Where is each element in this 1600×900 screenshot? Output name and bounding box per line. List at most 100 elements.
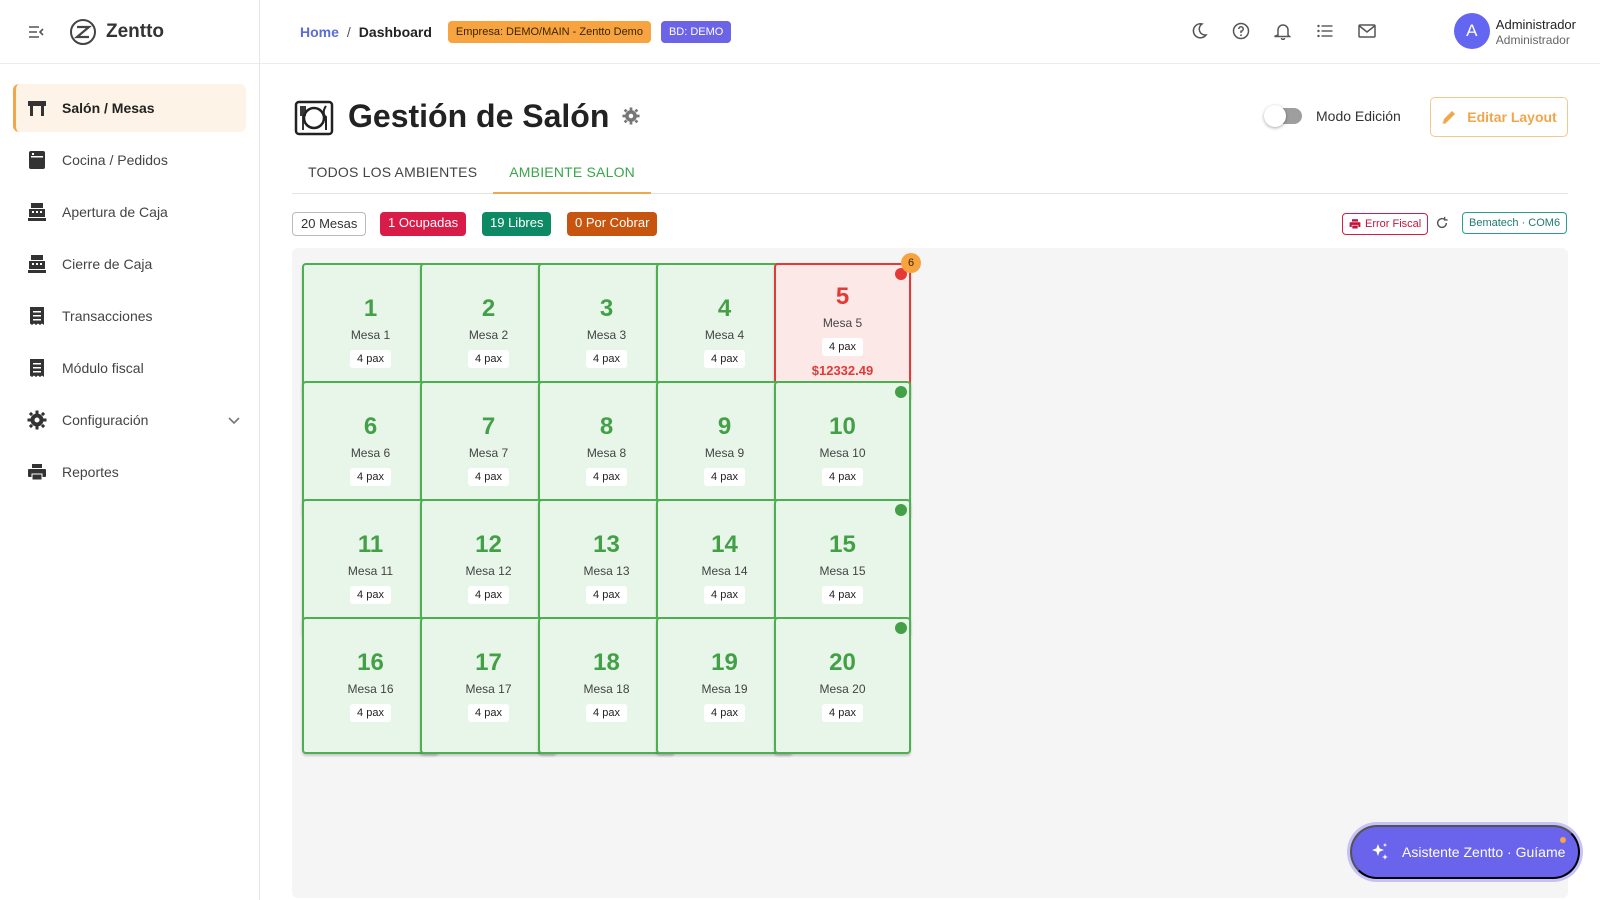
table-name: Mesa 20 xyxy=(819,682,866,696)
list-icon[interactable] xyxy=(1314,20,1336,42)
brand-bar: Zentto xyxy=(0,0,259,64)
bell-icon[interactable] xyxy=(1272,20,1294,42)
table-capacity: 4 pax xyxy=(704,704,745,722)
sidebar-item-transacciones[interactable]: Transacciones xyxy=(13,292,246,340)
zentto-logo-icon[interactable] xyxy=(68,17,98,47)
refresh-icon[interactable] xyxy=(1435,216,1451,232)
table-card[interactable]: 10 Mesa 10 4 pax xyxy=(774,381,911,518)
page-header: Gestión de Salón Modo Edición Editar Lay… xyxy=(292,64,1568,154)
free-tables-chip: 19 Libres xyxy=(482,212,552,236)
sidebar-item-label: Apertura de Caja xyxy=(62,204,168,220)
sidebar-item-label: Cocina / Pedidos xyxy=(62,152,168,168)
table-card[interactable]: 8 Mesa 8 4 pax xyxy=(538,381,675,518)
table-capacity: 4 pax xyxy=(822,338,863,356)
table-amount: $12332.49 xyxy=(811,363,874,378)
sidebar-item-label: Configuración xyxy=(62,412,149,428)
gear-icon xyxy=(26,409,48,431)
menu-collapse-icon[interactable] xyxy=(28,23,46,41)
mail-icon[interactable] xyxy=(1356,20,1378,42)
help-icon[interactable] xyxy=(1230,20,1252,42)
database-tag[interactable]: BD: DEMO xyxy=(660,20,732,43)
status-dot xyxy=(895,386,907,398)
sidebar-item-cocina-pedidos[interactable]: Cocina / Pedidos xyxy=(13,136,246,184)
sidebar-item-reportes[interactable]: Reportes xyxy=(13,448,246,496)
empresa-tag[interactable]: Empresa: DEMO/MAIN - Zentto Demo xyxy=(447,20,651,43)
user-menu[interactable]: A Administrador Administrador xyxy=(1453,13,1576,49)
table-number: 20 xyxy=(829,649,856,676)
table-card[interactable]: 15 Mesa 15 4 pax xyxy=(774,499,911,636)
table-card[interactable]: 1 Mesa 1 4 pax xyxy=(302,263,439,400)
edit-layout-label: Editar Layout xyxy=(1467,109,1557,125)
pencil-icon xyxy=(1441,109,1457,125)
sidebar-item-label: Salón / Mesas xyxy=(62,100,155,116)
edit-mode-switch[interactable] xyxy=(1264,105,1302,127)
table-card[interactable]: 4 Mesa 4 4 pax xyxy=(656,263,793,400)
tab-ambiente-salon[interactable]: AMBIENTE SALON xyxy=(493,154,651,194)
table-card[interactable]: 2 Mesa 2 4 pax xyxy=(420,263,557,400)
table-card[interactable]: 16 Mesa 16 4 pax xyxy=(302,617,439,754)
table-card[interactable]: 9 Mesa 9 4 pax xyxy=(656,381,793,518)
table-capacity: 4 pax xyxy=(586,350,627,368)
sidebar-item-label: Módulo fiscal xyxy=(62,360,144,376)
edit-mode-label: Modo Edición xyxy=(1316,108,1401,124)
sidebar-item-salon-mesas[interactable]: Salón / Mesas xyxy=(13,84,246,132)
table-card[interactable]: 11 Mesa 11 4 pax xyxy=(302,499,439,636)
table-card[interactable]: 5 Mesa 5 4 pax $12332.49 6 xyxy=(774,253,921,400)
chevron-down-icon[interactable] xyxy=(228,412,240,428)
edit-mode-toggle[interactable]: Modo Edición xyxy=(1264,105,1401,127)
assistant-button[interactable]: Asistente Zentto · Guíame xyxy=(1350,825,1580,879)
table-card[interactable]: 12 Mesa 12 4 pax xyxy=(420,499,557,636)
table-name: Mesa 18 xyxy=(583,682,630,696)
printer-device-badge[interactable]: Bematech · COM6 xyxy=(1462,212,1568,234)
table-number: 6 xyxy=(363,413,378,440)
fiscal-status-label: Error Fiscal xyxy=(1365,218,1422,230)
order-count-badge: 6 xyxy=(901,253,921,273)
sidebar-item-modulo-fiscal[interactable]: Módulo fiscal xyxy=(13,344,246,392)
summary-row: 20 Mesas 1 Ocupadas 19 Libres 0 Por Cobr… xyxy=(292,194,1568,248)
table-card[interactable]: 20 Mesa 20 4 pax xyxy=(774,617,911,754)
tab-todos-ambientes[interactable]: TODOS LOS AMBIENTES xyxy=(292,154,493,194)
table-capacity: 4 pax xyxy=(586,704,627,722)
table-name: Mesa 11 xyxy=(347,564,394,578)
receipt-icon xyxy=(26,305,48,327)
table-capacity: 4 pax xyxy=(822,468,863,486)
table-number: 9 xyxy=(717,413,732,440)
sidebar-nav: Salón / Mesas Cocina / Pedidos Apertura … xyxy=(0,64,259,496)
avatar[interactable]: A xyxy=(1453,13,1490,49)
table-name: Mesa 17 xyxy=(465,682,512,696)
breadcrumb-separator: / xyxy=(346,23,351,40)
table-card[interactable]: 13 Mesa 13 4 pax xyxy=(538,499,675,636)
table-name: Mesa 7 xyxy=(468,446,509,460)
table-card[interactable]: 14 Mesa 14 4 pax xyxy=(656,499,793,636)
fiscal-status-badge[interactable]: Error Fiscal xyxy=(1342,213,1429,235)
table-name: Mesa 6 xyxy=(350,446,391,460)
table-number: 13 xyxy=(593,531,620,558)
table-card[interactable]: 19 Mesa 19 4 pax xyxy=(656,617,793,754)
sparkle-icon xyxy=(1370,842,1390,862)
table-card[interactable]: 6 Mesa 6 4 pax xyxy=(302,381,439,518)
total-tables-chip: 20 Mesas xyxy=(292,212,367,236)
table-icon xyxy=(26,97,48,119)
sidebar-item-configuracion[interactable]: Configuración xyxy=(13,396,246,444)
cash-register-icon xyxy=(26,253,48,275)
table-capacity: 4 pax xyxy=(350,704,391,722)
table-card[interactable]: 17 Mesa 17 4 pax xyxy=(420,617,557,754)
moon-icon[interactable] xyxy=(1188,20,1210,42)
table-card[interactable]: 18 Mesa 18 4 pax xyxy=(538,617,675,754)
floor-plan: 1 Mesa 1 4 pax 2 Mesa 2 4 pax 3 Mesa 3 4 pax 4 Mes… xyxy=(292,248,1568,898)
sidebar-item-label: Transacciones xyxy=(62,308,153,324)
sidebar: Zentto Salón / Mesas Cocina / Pedidos Ap… xyxy=(0,0,260,900)
settings-gear-icon[interactable] xyxy=(622,107,642,127)
table-name: Mesa 9 xyxy=(704,446,745,460)
dining-plate-icon xyxy=(294,98,334,138)
table-capacity: 4 pax xyxy=(468,586,509,604)
table-name: Mesa 12 xyxy=(465,564,512,578)
table-card[interactable]: 3 Mesa 3 4 pax xyxy=(538,263,675,400)
table-number: 17 xyxy=(475,649,502,676)
edit-layout-button[interactable]: Editar Layout xyxy=(1430,97,1568,137)
sidebar-item-apertura-caja[interactable]: Apertura de Caja xyxy=(13,188,246,236)
table-card[interactable]: 7 Mesa 7 4 pax xyxy=(420,381,557,518)
breadcrumb-home[interactable]: Home xyxy=(300,24,339,40)
table-capacity: 4 pax xyxy=(350,468,391,486)
sidebar-item-cierre-caja[interactable]: Cierre de Caja xyxy=(13,240,246,288)
